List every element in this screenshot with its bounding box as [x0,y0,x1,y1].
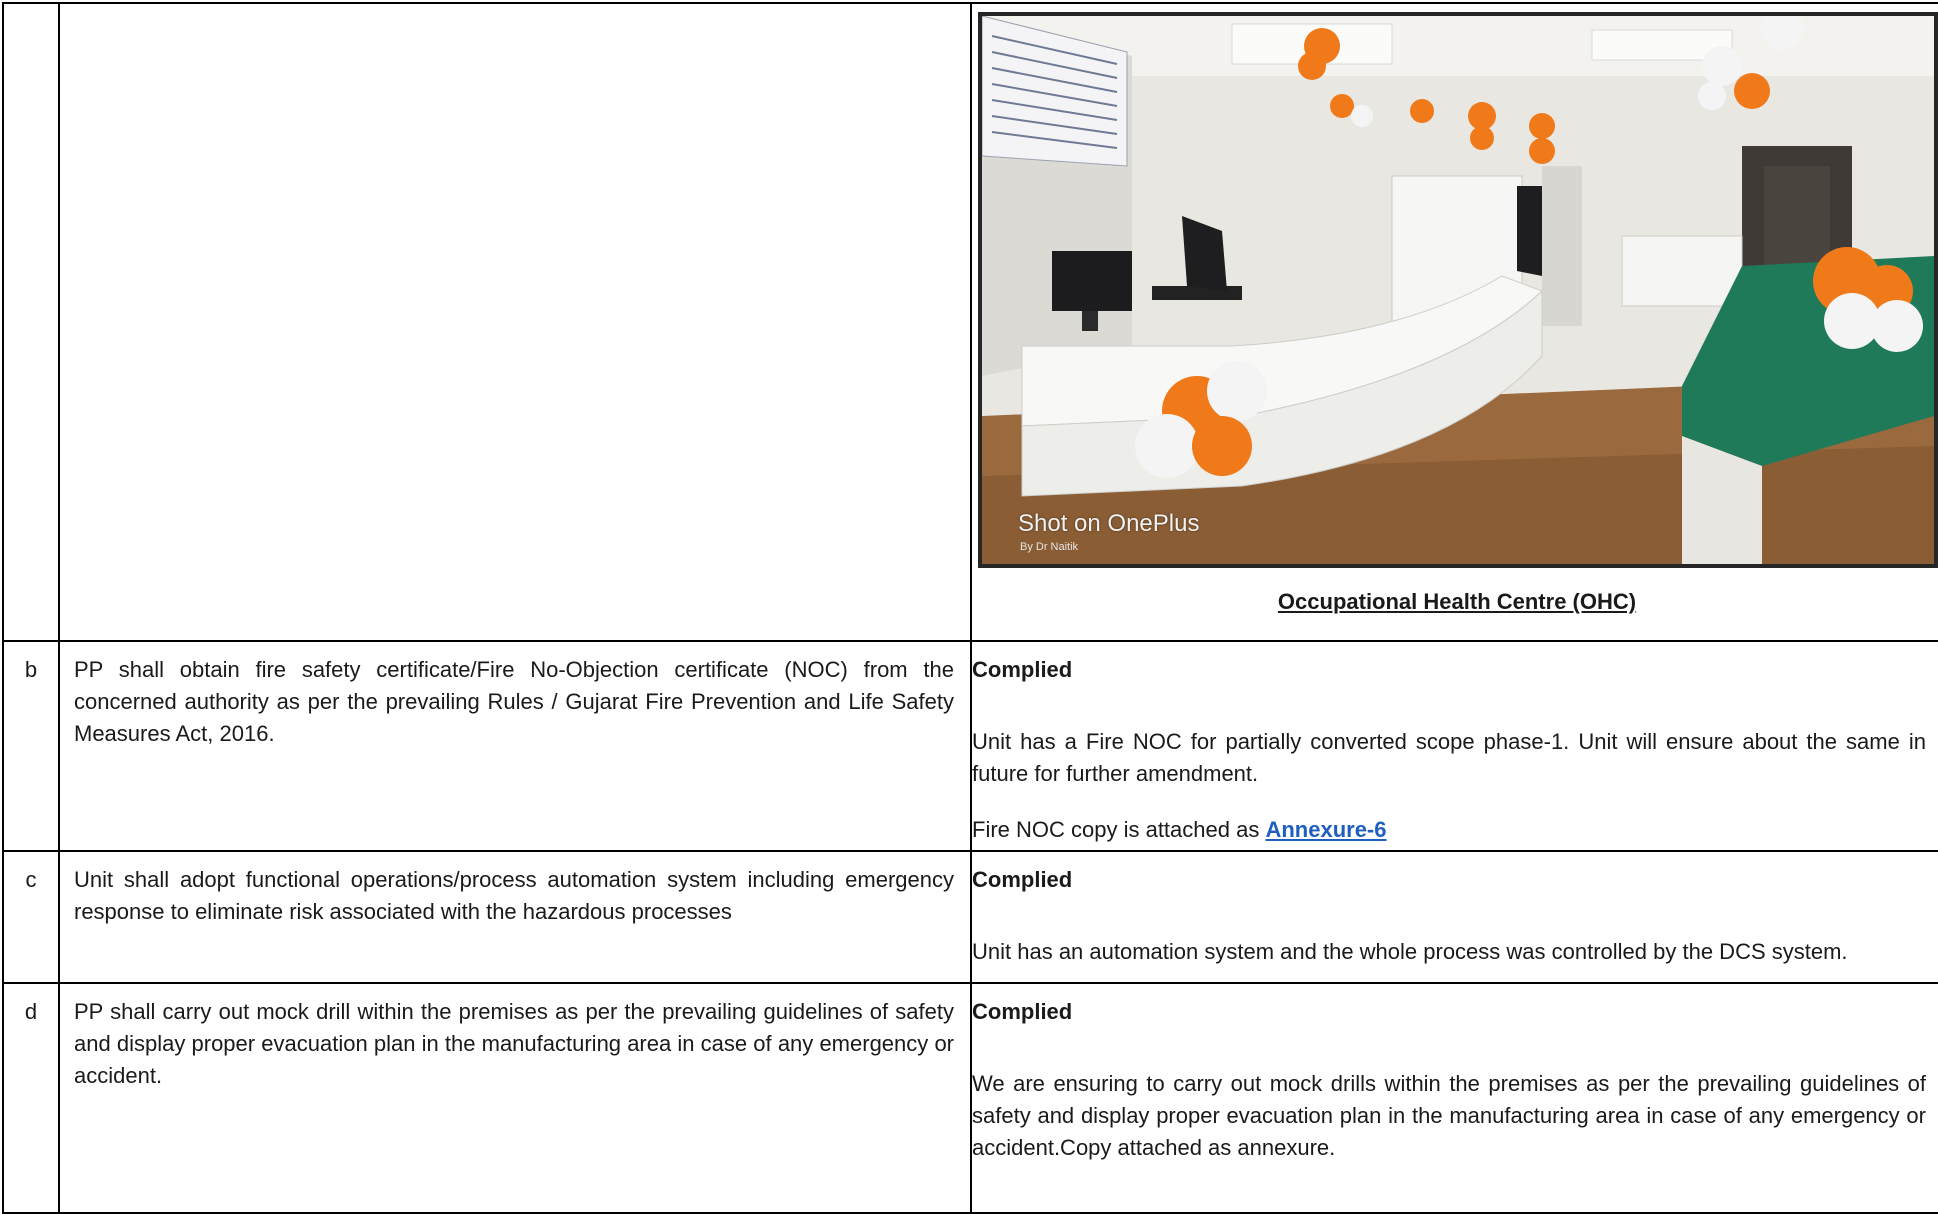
photo-watermark: Shot on OnePlus [1018,510,1200,537]
table-row: Shot on OnePlus By Dr Naitik Occupationa… [2,2,1938,642]
status-detail: We are ensuring to carry out mock drills… [972,1071,1926,1160]
condition-cell: PP shall obtain fire safety certificate/… [58,640,972,852]
status-label: Complied [972,867,1073,892]
status-detail: Unit has an automation system and the wh… [972,939,1848,964]
attachment-note: Fire NOC copy is attached as Annexure-6 [972,817,1387,842]
compliance-table: Shot on OnePlus By Dr Naitik Occupationa… [2,2,1938,1214]
ohc-photo: Shot on OnePlus By Dr Naitik [978,12,1938,568]
ohc-photo-illustration [982,16,1934,564]
row-id-cell: b [2,640,60,852]
row-id-cell: d [2,982,60,1214]
photo-watermark-credit: By Dr Naitik [1020,541,1079,553]
status-detail: Unit has a Fire NOC for partially conver… [972,729,1926,786]
condition-cell [58,2,972,642]
row-id-cell: c [2,850,60,984]
table-row: b PP shall obtain fire safety certificat… [2,640,1938,852]
status-cell: Complied We are ensuring to carry out mo… [970,982,1938,1214]
condition-cell: Unit shall adopt functional operations/p… [58,850,972,984]
status-label: Complied [972,657,1073,682]
photo-cell: Shot on OnePlus By Dr Naitik Occupationa… [970,2,1938,642]
photo-caption: Occupational Health Centre (OHC) [1277,589,1637,614]
table-row: d PP shall carry out mock drill within t… [2,982,1938,1214]
status-cell: Complied Unit has an automation system a… [970,850,1938,984]
annexure-link[interactable]: Annexure-6 [1265,817,1386,842]
condition-cell: PP shall carry out mock drill within the… [58,982,972,1214]
table-row: c Unit shall adopt functional operations… [2,850,1938,984]
row-id-cell [2,2,60,642]
status-label: Complied [972,999,1073,1024]
status-cell: Complied Unit has a Fire NOC for partial… [970,640,1938,852]
